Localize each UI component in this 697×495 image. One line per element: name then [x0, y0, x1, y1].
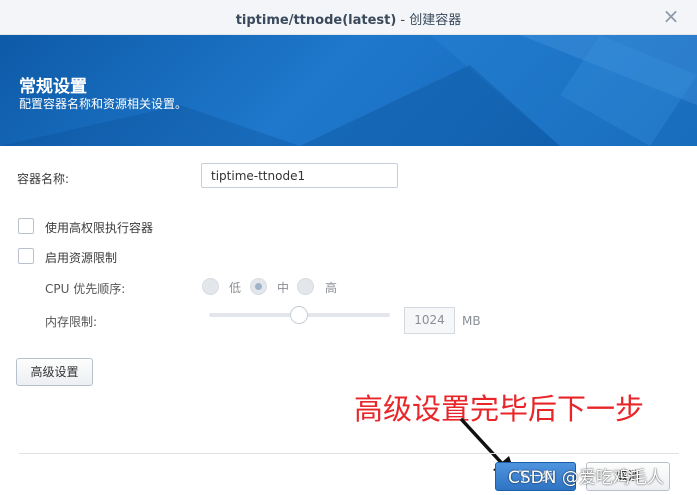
container-name-input[interactable] [201, 163, 398, 188]
memory-limit-label: 内存限制: [45, 315, 98, 329]
csdn-watermark: CSDN @爱吃鸡毛人 [508, 468, 664, 488]
window-title-separator: - [396, 13, 410, 28]
cpu-priority-high-label: 高 [325, 281, 338, 295]
memory-unit-label: MB [462, 314, 481, 328]
window-title-main: tiptime/ttnode(latest) [235, 13, 397, 28]
resource-limit-label: 启用资源限制 [45, 251, 118, 265]
section-subheading: 配置容器名称和资源相关设置。 [19, 97, 188, 111]
section-heading: 常规设置 [19, 77, 87, 97]
memory-value-field[interactable]: 1024 [404, 307, 455, 334]
header-banner: 常规设置 配置容器名称和资源相关设置。 [0, 35, 697, 146]
container-name-label: 容器名称: [17, 172, 70, 186]
window-titlebar: tiptime/ttnode(latest) - 创建容器 × [0, 0, 697, 35]
cpu-priority-medium-label: 中 [277, 281, 290, 295]
close-icon[interactable]: × [661, 6, 681, 26]
cpu-priority-medium-radio[interactable] [250, 278, 267, 295]
advanced-settings-button[interactable]: 高级设置 [16, 358, 93, 386]
footer-divider [19, 453, 679, 454]
cpu-priority-low-radio[interactable] [202, 278, 219, 295]
memory-slider-thumb[interactable] [290, 306, 308, 324]
high-privilege-checkbox[interactable] [18, 218, 34, 234]
window-title: tiptime/ttnode(latest) - 创建容器 [0, 9, 697, 28]
cpu-priority-label: CPU 优先顺序: [45, 282, 126, 296]
window-title-sub: 创建容器 [409, 13, 462, 28]
resource-limit-checkbox[interactable] [18, 248, 34, 264]
cpu-priority-low-label: 低 [229, 281, 242, 295]
banner-background-graphic [0, 35, 697, 146]
high-privilege-label: 使用高权限执行容器 [45, 221, 154, 235]
cpu-priority-high-radio[interactable] [297, 278, 314, 295]
annotation-text: 高级设置完毕后下一步 [354, 392, 645, 426]
